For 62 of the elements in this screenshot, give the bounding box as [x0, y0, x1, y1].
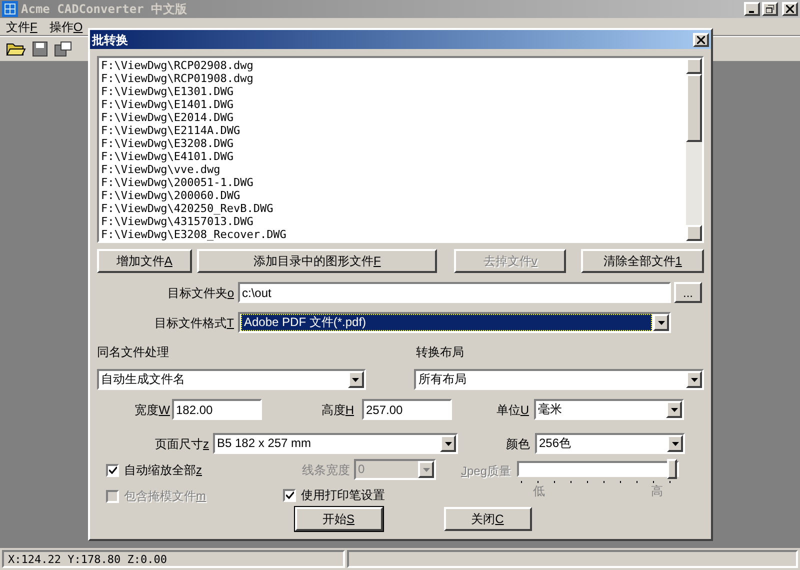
minimize-icon[interactable] [744, 2, 760, 16]
close-icon[interactable] [782, 2, 798, 16]
input-field[interactable]: 257.00 [362, 399, 452, 420]
dialog-button[interactable]: 开始S [294, 507, 382, 531]
file-list-item[interactable]: F:\ViewDwg\43157013.DWG [101, 215, 686, 228]
scrollbar[interactable] [686, 58, 702, 241]
field-label: 单位U [495, 402, 530, 418]
quality-slider[interactable] [517, 461, 679, 477]
file-list-item[interactable]: F:\ViewDwg\E2114A.DWG [101, 124, 686, 137]
field-label: 宽度W [134, 402, 171, 418]
dropdown-field[interactable]: Adobe PDF 文件(*.pdf) [238, 312, 671, 333]
file-list-item[interactable]: F:\ViewDwg\RCP02908.dwg [101, 59, 686, 72]
field-label: 页面尺寸z [154, 436, 210, 452]
field-label: Jpeg质量 [460, 463, 512, 480]
field-label: 线条宽度 [301, 462, 351, 478]
input-field[interactable]: c:\out [238, 282, 671, 303]
section-label: 同名文件处理 [97, 344, 170, 361]
section-label: 转换布局 [416, 344, 464, 361]
field-label: 高度H [320, 402, 355, 418]
file-list-item[interactable]: F:\ViewDwg\E1301.DWG [101, 85, 686, 98]
app-icon [2, 1, 18, 17]
window-title: Acme CADConverter 中文版 [21, 1, 188, 18]
save-as-icon[interactable] [54, 41, 72, 57]
dropdown-field[interactable]: 自动生成文件名 [97, 369, 366, 390]
menu-item[interactable]: 文件F [6, 18, 38, 36]
field-label: 目标文件格式T [154, 314, 235, 332]
file-list-item[interactable]: F:\ViewDwg\E2014.DWG [101, 111, 686, 124]
checkbox[interactable] [283, 488, 296, 502]
dropdown-field[interactable]: B5 182 x 257 mm [213, 433, 458, 454]
file-list-item[interactable]: F:\ViewDwg\200060.DWG [101, 189, 686, 202]
checkbox-label: 使用打印笔设置 [301, 487, 385, 504]
checkbox-label: 自动缩放全部z [124, 462, 202, 479]
slider-max-label: 高 [651, 485, 663, 498]
open-folder-icon[interactable] [6, 41, 26, 57]
dialog-button[interactable]: 关闭C [444, 507, 532, 531]
file-list-item[interactable]: F:\ViewDwg\E4101.DWG [101, 150, 686, 163]
file-list-item[interactable]: F:\ViewDwg\E3208.DWG [101, 137, 686, 150]
restore-icon[interactable] [762, 2, 778, 16]
slider-min-label: 低 [533, 485, 545, 498]
file-list[interactable] [97, 56, 704, 243]
file-list-item[interactable]: F:\ViewDwg\420250_RevB.DWG [101, 202, 686, 215]
close-icon[interactable] [693, 32, 709, 46]
file-list-item[interactable]: F:\ViewDwg\E1401.DWG [101, 98, 686, 111]
field-label: 颜色 [505, 436, 531, 452]
toolbar-button[interactable]: 增加文件A [97, 249, 192, 273]
input-field[interactable]: 182.00 [172, 399, 262, 420]
toolbar-button[interactable]: 添加目录中的图形文件F [196, 249, 438, 273]
dialog-title: 批转换 [92, 32, 128, 48]
dropdown-field[interactable]: 256色 [535, 433, 685, 454]
dropdown-field[interactable]: 所有布局 [414, 369, 704, 390]
menu-item[interactable]: 操作O [49, 18, 83, 36]
browse-button[interactable]: ... [674, 282, 702, 303]
checkbox-label: 包含掩模文件m [124, 488, 206, 505]
dropdown-field[interactable]: 毫米 [534, 399, 684, 420]
status-bar-text: X:124.22 Y:178.80 Z:0.00 [2, 550, 345, 568]
field-label: 目标文件夹o [166, 284, 235, 302]
checkbox[interactable] [106, 464, 119, 476]
file-list-item[interactable]: F:\ViewDwg\vve.dwg [101, 163, 686, 176]
file-list-item[interactable]: F:\ViewDwg\E3208_Recover.DWG [101, 228, 686, 241]
file-list-item[interactable]: F:\ViewDwg\200051-1.DWG [101, 176, 686, 189]
toolbar-button[interactable]: 清除全部文件1 [581, 249, 704, 273]
file-list-item[interactable]: F:\ViewDwg\RCP01908.dwg [101, 72, 686, 85]
